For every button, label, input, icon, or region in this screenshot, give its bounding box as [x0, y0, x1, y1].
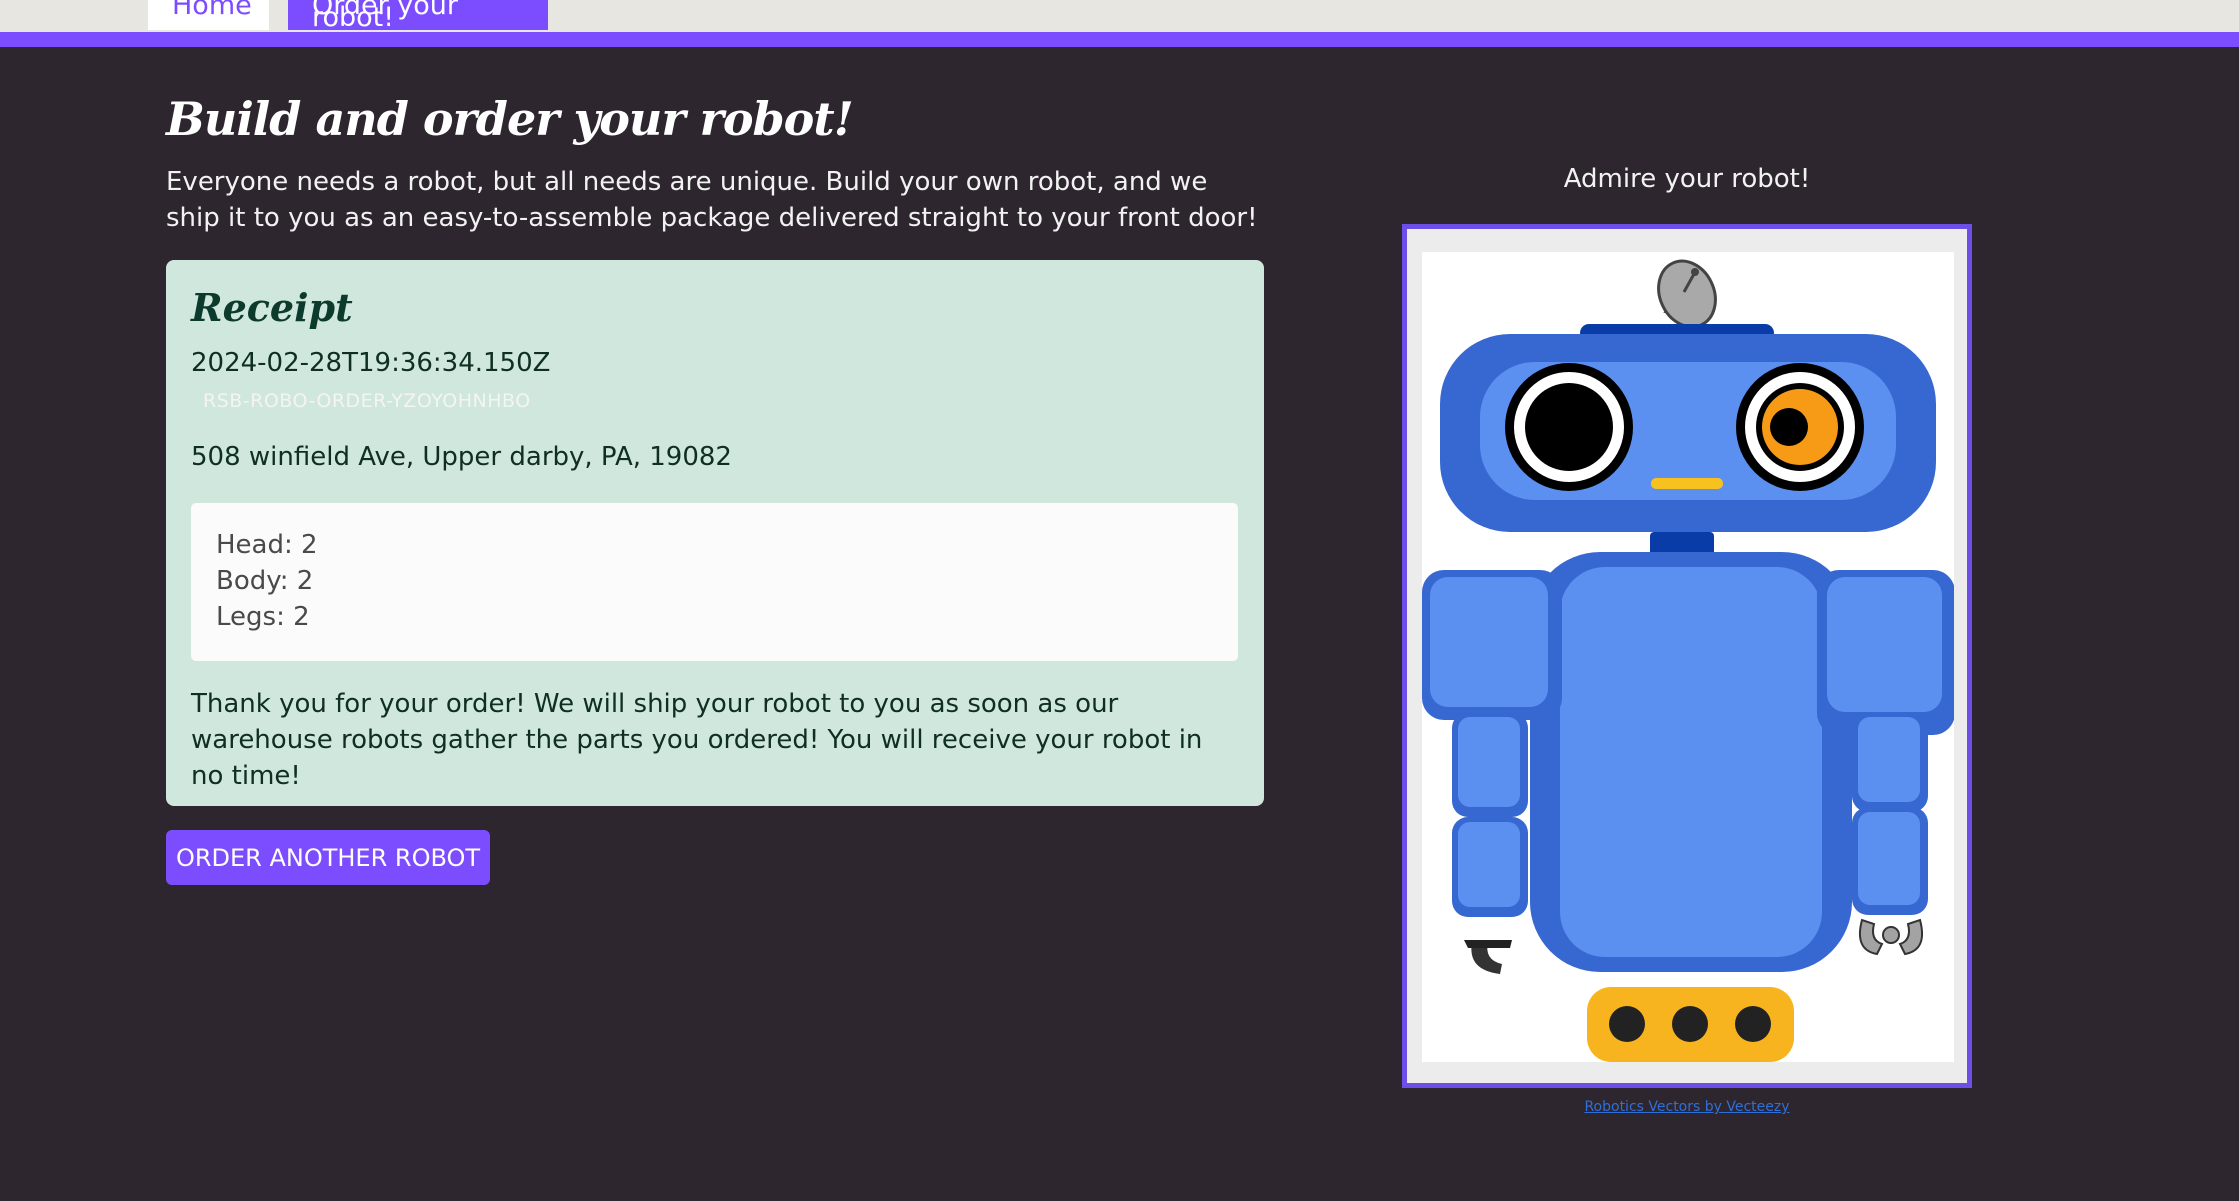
robot-preview-image: [1422, 252, 1955, 1062]
left-eye: [1505, 363, 1633, 491]
thank-you-message: Thank you for your order! We will ship y…: [191, 689, 1203, 791]
nav-tab-order-your-robot[interactable]: Order your robot!: [288, 0, 548, 30]
robot-preview-frame: [1402, 224, 1972, 1088]
receipt-title: Receipt: [191, 285, 353, 330]
satellite-dish-antenna: [1657, 259, 1717, 329]
robot-chest-panel: [1560, 567, 1822, 957]
shipping-address: 508 winfield Ave, Upper darby, PA, 19082: [191, 442, 732, 472]
right-eye: [1736, 363, 1864, 491]
page-title: Build and order your robot!: [166, 92, 854, 146]
nav-accent-stripe: [0, 32, 2239, 47]
receipt-panel: Receipt 2024-02-28T19:36:34.150Z RSB-ROB…: [166, 260, 1264, 806]
receipt-timestamp: 2024-02-28T19:36:34.150Z: [191, 348, 551, 378]
top-nav-bar: Home Order your robot!: [0, 0, 2239, 32]
robot-illustration: [1422, 259, 1955, 1062]
part-legs: Legs: 2: [216, 602, 310, 632]
part-body: Body: 2: [216, 566, 314, 596]
parts-list: Head: 2 Body: 2 Legs: 2: [191, 503, 1238, 661]
vecteezy-credit-link[interactable]: Robotics Vectors by Vecteezy: [1402, 1099, 1972, 1115]
robot-mouth: [1651, 478, 1723, 489]
order-id: RSB-ROBO-ORDER-YZOYOHNHBO: [203, 390, 531, 412]
right-gripper-hand: [1858, 918, 1924, 956]
robot-wheel-base: [1587, 987, 1794, 1062]
page-intro: Everyone needs a robot, but all needs ar…: [166, 167, 1258, 233]
part-head: Head: 2: [216, 530, 318, 560]
nav-tab-home[interactable]: Home: [148, 0, 269, 30]
order-another-robot-button[interactable]: ORDER ANOTHER ROBOT: [166, 830, 490, 885]
robot-preview-title: Admire your robot!: [1563, 164, 1811, 194]
